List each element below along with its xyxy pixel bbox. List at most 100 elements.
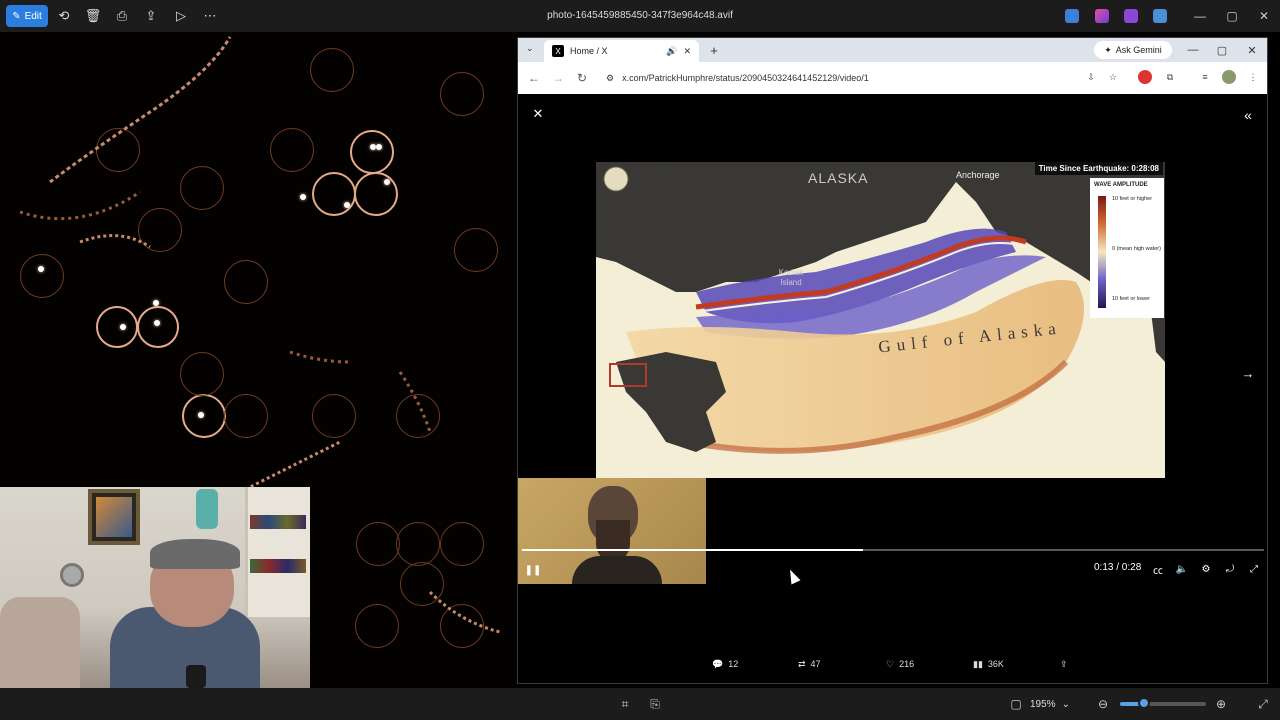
like-count: 216 <box>899 659 915 669</box>
painting-image <box>96 497 132 537</box>
ask-gemini-label: Ask Gemini <box>1115 45 1162 55</box>
reply-button[interactable]: 💬 12 <box>712 654 738 674</box>
wall-decoration <box>196 489 218 529</box>
slideshow-icon[interactable]: ▷ <box>171 6 191 26</box>
zoom-dropdown[interactable]: 195% ⌄ <box>1030 694 1090 714</box>
speaker-shirt <box>572 556 662 584</box>
x-logo-icon: X <box>552 45 564 57</box>
adblock-icon[interactable] <box>1138 70 1152 84</box>
captions-icon[interactable]: ㏄ <box>1150 561 1166 577</box>
video-time: 0:13 / 0:28 <box>1094 562 1142 573</box>
site-info-icon[interactable]: ⚙ <box>606 73 614 84</box>
zoom-out-icon[interactable]: ⊖ <box>1093 694 1113 714</box>
bookmark-star-icon[interactable]: ☆ <box>1106 70 1120 84</box>
views-button[interactable]: ▮▮ 36K <box>973 654 1004 674</box>
tab-title: Home / X <box>570 46 608 56</box>
chair <box>0 597 80 688</box>
headphones <box>150 539 240 569</box>
minimize-icon[interactable]: — <box>1188 6 1212 26</box>
profile-avatar[interactable] <box>1222 70 1236 84</box>
maximize-icon[interactable]: ▢ <box>1220 6 1244 26</box>
share-button[interactable]: ⇪ <box>1060 654 1068 674</box>
edit-label: Edit <box>24 10 42 22</box>
legend-bottom-label: 10 feet or lower <box>1112 296 1150 302</box>
address-bar-row: ← → ↻ ⚙ x.com/PatrickHumphre/status/2090… <box>518 62 1267 94</box>
maximize-icon[interactable]: ▢ <box>1211 41 1233 59</box>
zoom-level: 195% <box>1030 698 1056 710</box>
fullscreen-icon[interactable]: ⤢ <box>1246 561 1262 577</box>
reply-count: 12 <box>728 659 739 669</box>
pause-icon[interactable]: ❚❚ <box>525 563 542 577</box>
tsunami-map <box>596 162 1165 478</box>
tray-app-icon[interactable] <box>1095 9 1109 23</box>
back-icon[interactable]: ← <box>526 70 542 86</box>
extensions-icon[interactable]: ⧉ <box>1163 70 1177 84</box>
photo-viewer-toolbar: ✎ Edit ⟲ 🗑 ⎙ ⇪ ▷ ⋯ photo-1645459885450-3… <box>0 0 1280 32</box>
views-chart-icon: ▮▮ <box>973 658 983 669</box>
tab-strip: ⌄ X Home / X 🔊 ✕ + ✦ Ask Gemini — ▢ ✕ <box>518 38 1267 62</box>
books <box>250 515 306 529</box>
microphone <box>186 665 206 688</box>
share-icon: ⇪ <box>1060 658 1068 669</box>
install-app-icon[interactable]: ⇩ <box>1084 70 1098 84</box>
video-frame[interactable]: NATURAL RESOURCES ALASKA Anchorage Kodia… <box>596 162 1165 478</box>
zoom-slider-track[interactable] <box>1120 702 1206 706</box>
agency-line2: RESOURCES <box>634 177 683 186</box>
more-icon[interactable]: ⋯ <box>200 6 220 26</box>
settings-gear-icon[interactable]: ⚙ <box>1198 561 1214 577</box>
minimize-icon[interactable]: — <box>1182 41 1204 59</box>
new-tab-button[interactable]: + <box>706 42 722 58</box>
time-since-earthquake: Time Since Earthquake: 0:28:08 <box>1034 162 1163 175</box>
bookshelf <box>245 487 310 617</box>
video-progress-fill <box>522 549 864 551</box>
photo-viewer-statusbar: ⌗ ⎘ ▢ 195% ⌄ ⊖ ⊕ ⤢ <box>0 688 1280 720</box>
agency-seal <box>603 166 629 192</box>
legend-top-label: 10 feet or higher <box>1112 196 1153 202</box>
close-icon[interactable]: ✕ <box>1252 6 1276 26</box>
tray-app-icon[interactable] <box>1153 9 1167 23</box>
ocr-text-icon[interactable]: ⎘ <box>645 694 665 714</box>
edit-button[interactable]: ✎ Edit <box>6 5 48 27</box>
wave-amplitude-legend: WAVE AMPLITUDE 10 feet or higher 0 (mean… <box>1090 178 1164 318</box>
view-count: 36K <box>987 659 1004 669</box>
print-icon[interactable]: ⎙ <box>112 6 132 26</box>
like-button[interactable]: ♡ 216 <box>886 654 914 674</box>
tab-search-icon[interactable]: ⌄ <box>526 43 534 54</box>
fan <box>60 563 84 587</box>
speaker-icon[interactable]: 🔊 <box>666 46 677 57</box>
volume-icon[interactable]: 🔈 <box>1174 561 1190 577</box>
repost-button[interactable]: ⇄ 47 <box>798 654 821 674</box>
close-icon[interactable]: ✕ <box>1241 41 1263 59</box>
reload-icon[interactable]: ↻ <box>574 70 590 86</box>
video-viewer-overlay: ✕ « → NATURAL RESOURCES ALASKA Anchorage… <box>518 94 1267 683</box>
picture-in-picture-speaker <box>518 478 706 584</box>
tab-search-icon[interactable]: ≡ <box>1198 70 1212 84</box>
share-icon[interactable]: ⇪ <box>141 6 161 26</box>
zoom-slider-thumb[interactable] <box>1138 697 1150 709</box>
sparkle-icon: ✦ <box>1104 44 1112 55</box>
expand-icon[interactable]: ⤢ <box>1253 694 1273 714</box>
mouse-cursor <box>785 567 801 585</box>
legend-mid-label: 0 (mean high water) <box>1112 246 1161 252</box>
visual-search-icon[interactable]: ⌗ <box>615 694 635 714</box>
trash-icon[interactable]: 🗑 <box>83 6 103 26</box>
collapse-panel-icon[interactable]: « <box>1239 106 1257 124</box>
map-label-anchorage: Anchorage <box>956 170 1000 180</box>
books <box>250 559 306 573</box>
rotate-video-icon[interactable]: ⤾ <box>1222 561 1238 577</box>
next-arrow-icon[interactable]: → <box>1239 364 1257 382</box>
close-icon[interactable]: ✕ <box>530 106 546 122</box>
zoom-in-icon[interactable]: ⊕ <box>1211 694 1231 714</box>
tray-app-icon[interactable] <box>1065 9 1079 23</box>
fit-screen-icon[interactable]: ▢ <box>1006 694 1026 714</box>
agency-logo-text: NATURAL RESOURCES <box>634 168 683 186</box>
url-field[interactable]: ⚙ x.com/PatrickHumphre/status/2090450324… <box>600 68 1070 88</box>
ask-gemini-button[interactable]: ✦ Ask Gemini <box>1094 41 1172 59</box>
agency-line1: NATURAL <box>634 168 673 177</box>
forward-icon[interactable]: → <box>550 70 566 86</box>
tab-close-icon[interactable]: ✕ <box>683 46 691 57</box>
menu-more-icon[interactable]: ⋮ <box>1246 70 1260 84</box>
rotate-icon[interactable]: ⟲ <box>54 6 74 26</box>
tab-home-x[interactable]: X Home / X 🔊 ✕ <box>544 40 699 62</box>
tray-app-icon[interactable] <box>1124 9 1138 23</box>
